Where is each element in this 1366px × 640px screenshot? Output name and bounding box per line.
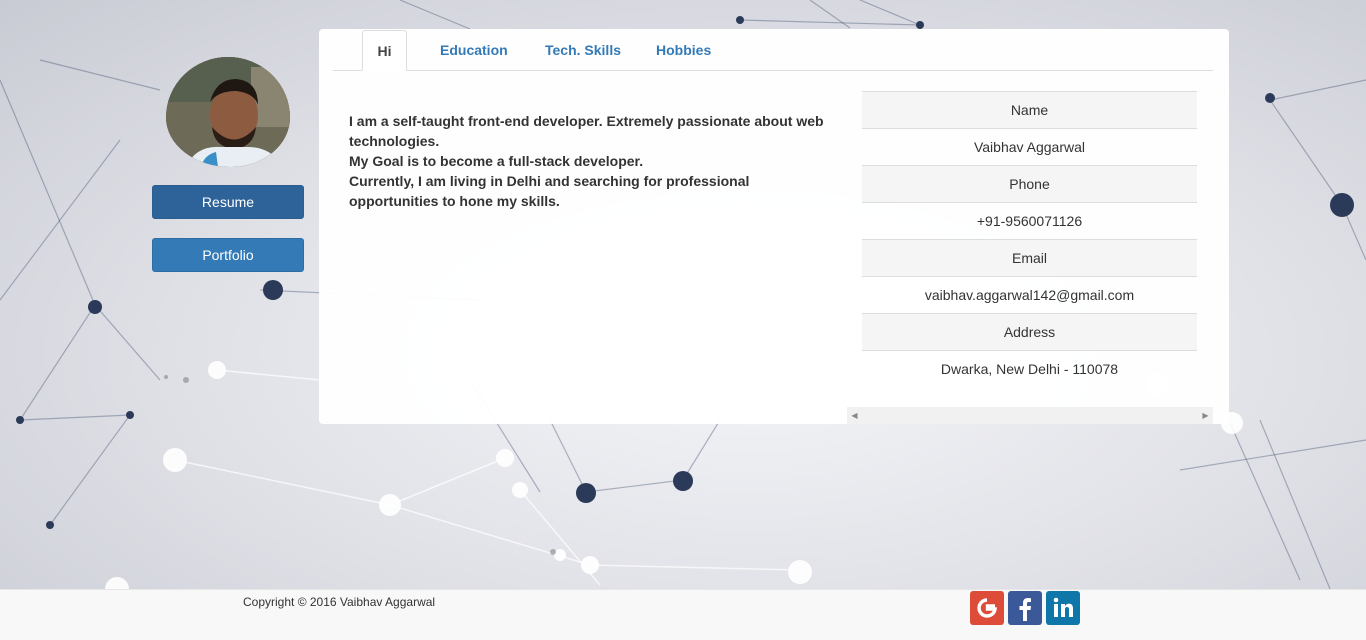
footer: Copyright © 2016 Vaibhav Aggarwal [0,589,1366,640]
phone-value: +91-9560071126 [862,202,1197,239]
name-value: Vaibhav Aggarwal [862,128,1197,165]
email-value: vaibhav.aggarwal142@gmail.com [862,276,1197,313]
intro-line: Currently, I am living in Delhi and sear… [349,173,750,209]
intro-line: My Goal is to become a full-stack develo… [349,153,644,169]
intro-text: I am a self-taught front-end developer. … [349,111,839,211]
facebook-icon[interactable] [1008,591,1042,625]
name-label: Name [862,91,1197,128]
address-value: Dwarka, New Delhi - 110078 [862,350,1197,387]
tab-tech-skills[interactable]: Tech. Skills [530,30,636,70]
email-label: Email [862,239,1197,276]
phone-label: Phone [862,165,1197,202]
address-label: Address [862,313,1197,350]
contact-info-table: Name Vaibhav Aggarwal Phone +91-95600711… [862,91,1197,387]
scroll-left-icon[interactable]: ◀ [847,407,862,424]
resume-button[interactable]: Resume [152,185,304,219]
tab-bar: Hi Education Tech. Skills Hobbies [333,30,1213,71]
tab-hobbies[interactable]: Hobbies [641,30,726,70]
linkedin-icon[interactable] [1046,591,1080,625]
copyright-text: Copyright © 2016 Vaibhav Aggarwal [243,595,436,609]
content-panel: Hi Education Tech. Skills Hobbies I am a… [319,29,1229,424]
tab-education[interactable]: Education [425,30,523,70]
intro-line: I am a self-taught front-end developer. … [349,113,824,149]
google-icon[interactable] [970,591,1004,625]
profile-avatar [166,57,290,167]
scroll-right-icon[interactable]: ▶ [1198,407,1213,424]
horizontal-scrollbar[interactable]: ◀ ▶ [847,407,1213,424]
tab-hi[interactable]: Hi [362,30,407,71]
portfolio-button[interactable]: Portfolio [152,238,304,272]
